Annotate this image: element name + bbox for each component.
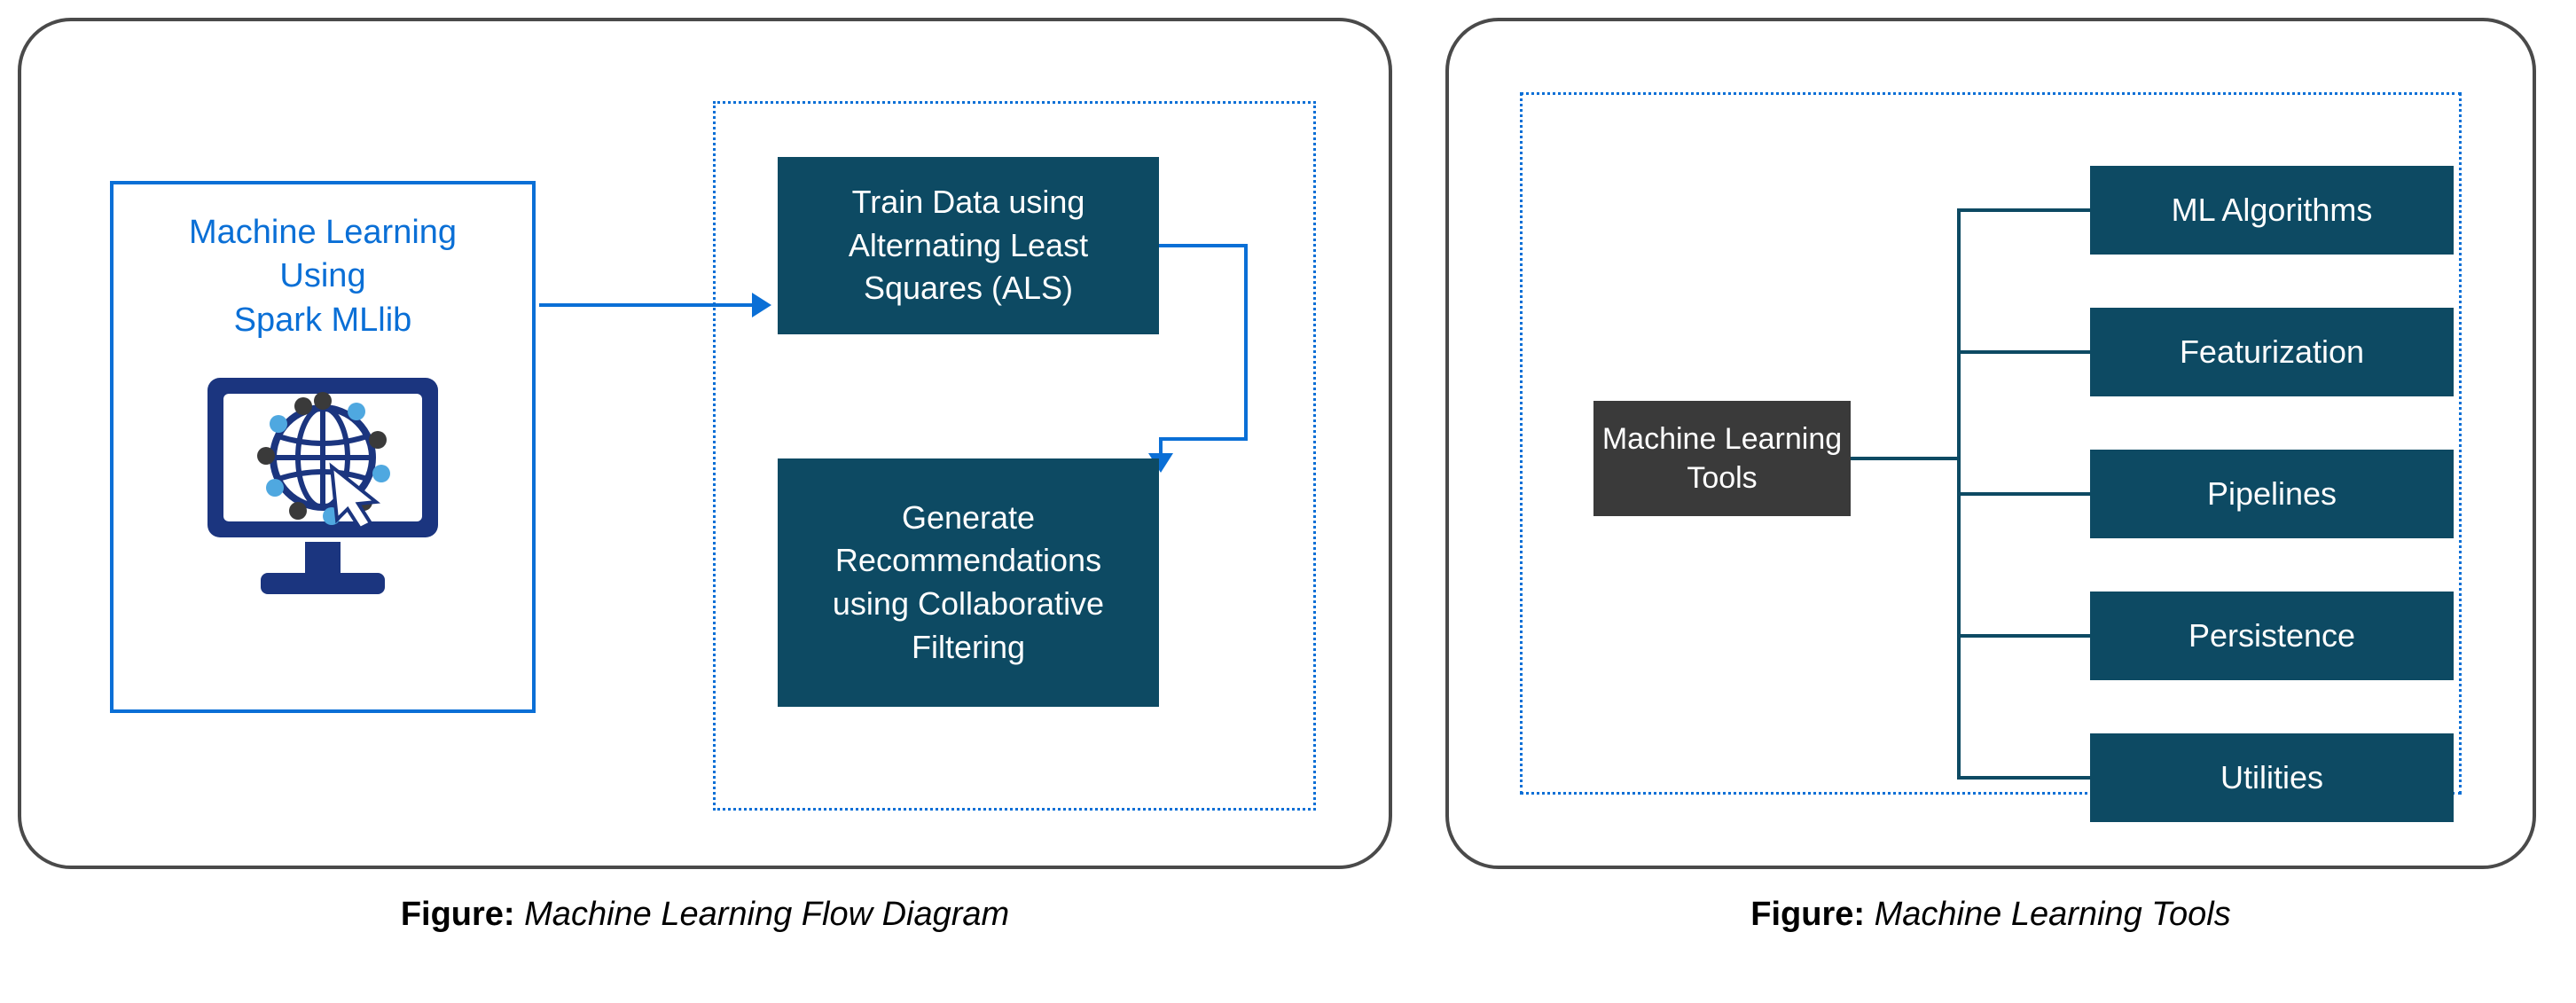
caption-text: Machine Learning Tools <box>1875 896 2231 933</box>
line3: Spark MLlib <box>234 302 412 339</box>
bracket-arm-2 <box>1957 492 2090 496</box>
line2: Using <box>279 257 365 294</box>
arrow2-h2 <box>1159 437 1248 441</box>
left-caption: Figure: Machine Learning Flow Diagram <box>18 896 1392 934</box>
arrow2-h <box>1159 244 1248 247</box>
caption-label: Figure: <box>1750 896 1865 933</box>
bracket-arm-3 <box>1957 634 2090 638</box>
right-caption: Figure: Machine Learning Tools <box>1445 896 2536 934</box>
arrow2-v2 <box>1159 437 1163 455</box>
arrow2-v <box>1244 244 1248 441</box>
spark-mllib-box: Machine Learning Using Spark MLlib <box>110 181 536 713</box>
bracket-main <box>1851 457 1957 460</box>
hub-ml-tools: Machine Learning Tools <box>1593 401 1851 516</box>
caption-text: Machine Learning Flow Diagram <box>524 896 1009 933</box>
bracket-arm-4 <box>1957 776 2090 780</box>
tools-panel: Machine Learning Tools ML Algorithms Fea… <box>1445 18 2536 869</box>
process-steps-group: Train Data using Alternating Least Squar… <box>713 101 1316 811</box>
left-column: Machine Learning Using Spark MLlib <box>18 18 1392 934</box>
line1: Machine Learning <box>189 214 457 251</box>
tool-utilities: Utilities <box>2090 733 2454 822</box>
flow-diagram-panel: Machine Learning Using Spark MLlib <box>18 18 1392 869</box>
monitor-globe-icon <box>190 369 456 617</box>
train-als-box: Train Data using Alternating Least Squar… <box>778 157 1159 334</box>
bracket-arm-0 <box>1957 208 2090 212</box>
spark-mllib-title: Machine Learning Using Spark MLlib <box>189 211 457 342</box>
tool-ml-algorithms: ML Algorithms <box>2090 166 2454 255</box>
tool-persistence: Persistence <box>2090 592 2454 680</box>
caption-label: Figure: <box>401 896 515 933</box>
tool-featurization: Featurization <box>2090 308 2454 396</box>
tool-pipelines: Pipelines <box>2090 450 2454 538</box>
tools-dotted-border: Machine Learning Tools ML Algorithms Fea… <box>1520 92 2462 795</box>
recommend-cf-box: Generate Recommendations using Collabora… <box>778 458 1159 707</box>
right-column: Machine Learning Tools ML Algorithms Fea… <box>1445 18 2536 934</box>
diagram-container: Machine Learning Using Spark MLlib <box>18 18 2558 934</box>
bracket-arm-1 <box>1957 350 2090 354</box>
